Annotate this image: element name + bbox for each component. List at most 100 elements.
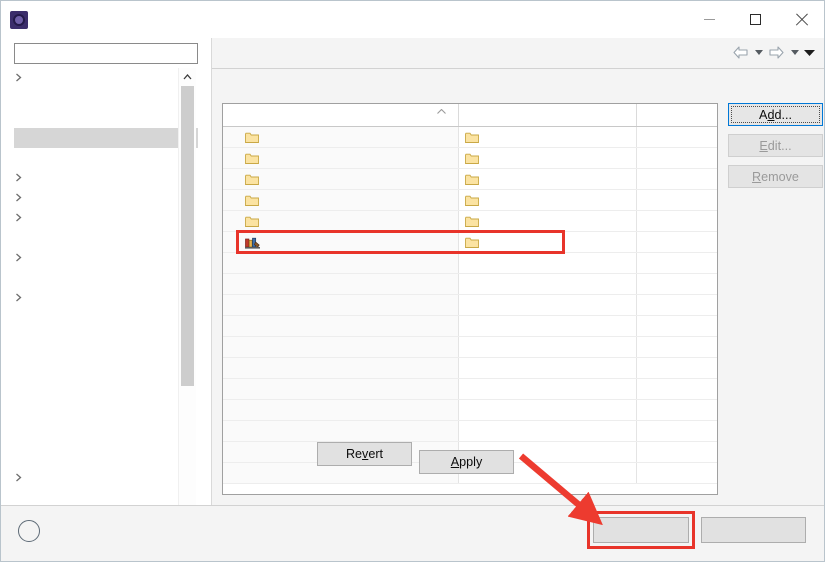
tree-scrollbar[interactable]: [178, 68, 196, 533]
cell-source[interactable]: [223, 148, 459, 168]
button-label: Add...: [759, 107, 792, 122]
sidebar-item-resource[interactable]: [14, 68, 198, 88]
sidebar-item-project-natures[interactable]: [14, 328, 198, 348]
minimize-button[interactable]: [686, 1, 732, 38]
cell-source[interactable]: [223, 211, 459, 231]
sidebar-item-project-references[interactable]: [14, 348, 198, 368]
table-empty-row[interactable]: [223, 400, 717, 421]
sidebar-item-jsp-fragment[interactable]: [14, 268, 198, 288]
window-controls: [686, 1, 824, 38]
table-row[interactable]: [223, 127, 717, 148]
cell-source[interactable]: [223, 127, 459, 147]
sidebar-item-project-facets[interactable]: [14, 308, 198, 328]
column-header-blank[interactable]: [637, 104, 717, 126]
cancel-button[interactable]: [701, 517, 806, 543]
forward-arrow-icon[interactable]: [767, 43, 786, 62]
chevron-right-icon[interactable]: [14, 293, 23, 302]
folder-icon: [465, 195, 479, 206]
table-empty-row[interactable]: [223, 379, 717, 400]
sidebar-item-builders[interactable]: [14, 88, 198, 108]
sidebar-item-maven[interactable]: [14, 288, 198, 308]
tree-scrollbar-thumb[interactable]: [181, 86, 194, 386]
table-row[interactable]: [223, 232, 717, 253]
apply-button[interactable]: Apply: [419, 450, 514, 474]
cell-extra: [637, 211, 717, 231]
folder-icon: [465, 132, 479, 143]
sidebar-item-targeted-runtimes[interactable]: [14, 448, 198, 468]
sidebar-item-java-build-path[interactable]: [14, 148, 198, 168]
table-empty-row[interactable]: [223, 358, 717, 379]
sidebar-item-server[interactable]: [14, 408, 198, 428]
cell-deploy-path: [459, 379, 637, 399]
cell-source[interactable]: [223, 232, 459, 252]
sidebar-item-javascript[interactable]: [14, 248, 198, 268]
apply-and-close-button[interactable]: [593, 517, 689, 543]
add-button[interactable]: Add...: [728, 103, 823, 126]
sidebar-item-coverage[interactable]: [14, 108, 198, 128]
table-row[interactable]: [223, 190, 717, 211]
chevron-right-icon[interactable]: [14, 473, 23, 482]
sidebar-item-task-tags[interactable]: [14, 488, 198, 499]
table-row[interactable]: [223, 148, 717, 169]
maximize-button[interactable]: [732, 1, 778, 38]
chevron-right-icon[interactable]: [14, 213, 23, 222]
filter-input[interactable]: [14, 43, 198, 64]
sidebar-item-run-debug-settings[interactable]: [14, 388, 198, 408]
table-empty-row[interactable]: [223, 316, 717, 337]
chevron-right-icon[interactable]: [14, 173, 23, 182]
cell-source: [223, 274, 459, 294]
cell-source: [223, 421, 459, 441]
table-empty-row[interactable]: [223, 295, 717, 316]
sidebar-item-java-code-style[interactable]: [14, 168, 198, 188]
deployment-assembly-table[interactable]: [222, 103, 718, 495]
sidebar-item-java-compiler[interactable]: [14, 188, 198, 208]
cell-deploy-path[interactable]: [459, 148, 637, 168]
table-header-row[interactable]: [223, 104, 717, 127]
view-menu-chevron-down-icon[interactable]: [803, 43, 816, 62]
revert-button[interactable]: Revert: [317, 442, 412, 466]
folder-icon: [245, 195, 259, 206]
cell-deploy-path[interactable]: [459, 169, 637, 189]
cell-deploy-path[interactable]: [459, 190, 637, 210]
table-empty-row[interactable]: [223, 274, 717, 295]
scroll-up-icon[interactable]: [179, 68, 196, 85]
column-header-deploy-path[interactable]: [459, 104, 637, 126]
back-history-chevron-down-icon[interactable]: [752, 43, 765, 62]
table-empty-row[interactable]: [223, 253, 717, 274]
cell-deploy-path[interactable]: [459, 211, 637, 231]
sidebar-item-task-repository[interactable]: [14, 468, 198, 488]
page-nav-toolbar: [731, 43, 816, 62]
forward-history-chevron-down-icon[interactable]: [788, 43, 801, 62]
column-header-source[interactable]: [223, 104, 459, 126]
chevron-right-icon[interactable]: [14, 253, 23, 262]
cell-source[interactable]: [223, 190, 459, 210]
table-row[interactable]: [223, 211, 717, 232]
cell-extra: [637, 253, 717, 273]
chevron-right-icon[interactable]: [14, 193, 23, 202]
chevron-right-icon[interactable]: [14, 73, 23, 82]
sidebar-item-service-policies[interactable]: [14, 428, 198, 448]
maximize-icon: [749, 14, 761, 25]
sidebar-item-java-editor[interactable]: [14, 208, 198, 228]
table-body[interactable]: [223, 127, 717, 484]
cell-extra: [637, 295, 717, 315]
sidebar-item-refactoring-history[interactable]: [14, 368, 198, 388]
help-icon[interactable]: [18, 520, 40, 542]
back-arrow-icon[interactable]: [731, 43, 750, 62]
cell-source[interactable]: [223, 169, 459, 189]
remove-button: Remove: [728, 165, 823, 188]
folder-icon: [245, 132, 259, 143]
cell-extra: [637, 379, 717, 399]
table-empty-row[interactable]: [223, 337, 717, 358]
sidebar-item-javadoc-location[interactable]: [14, 228, 198, 248]
cell-deploy-path: [459, 337, 637, 357]
table-row[interactable]: [223, 169, 717, 190]
cell-deploy-path[interactable]: [459, 127, 637, 147]
apply-button-label: Apply: [450, 455, 483, 469]
cell-deploy-path[interactable]: [459, 232, 637, 252]
sidebar-item-deployment-assembly[interactable]: [14, 128, 198, 148]
settings-tree[interactable]: [14, 68, 198, 533]
table-empty-row[interactable]: [223, 421, 717, 442]
close-button[interactable]: [778, 1, 824, 38]
table-action-buttons: Add... Edit... Remove: [728, 103, 823, 188]
